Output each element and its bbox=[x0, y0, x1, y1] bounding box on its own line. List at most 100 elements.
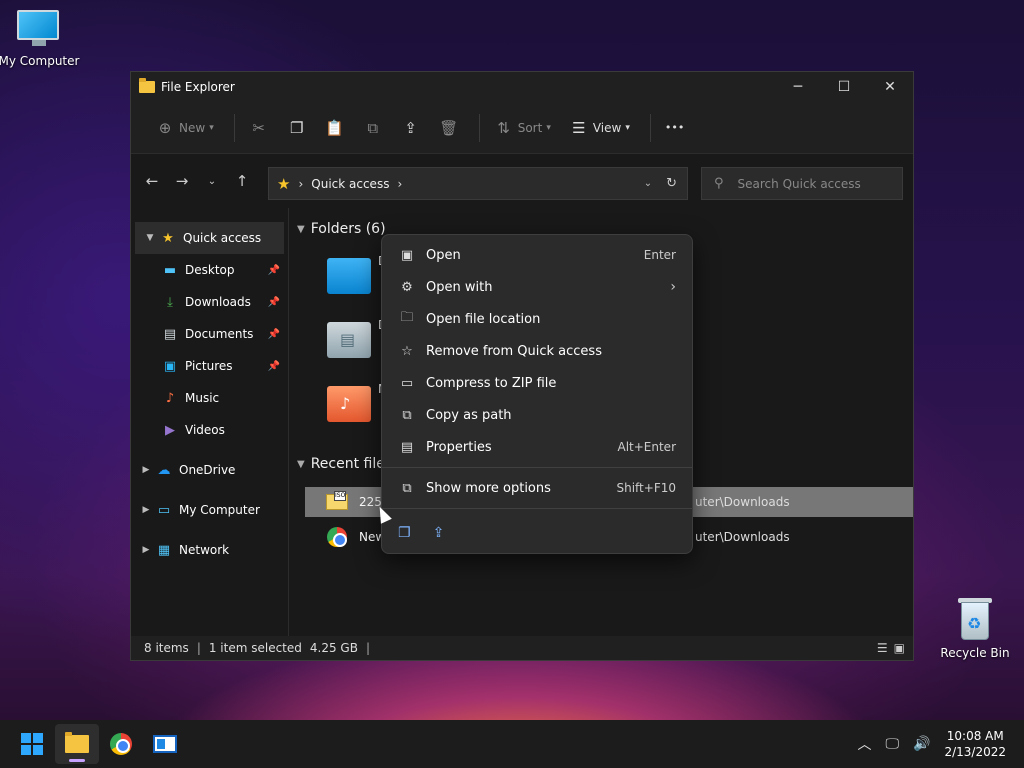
menu-item-remove-from-quick-access[interactable]: ☆ Remove from Quick access bbox=[382, 335, 692, 367]
window-title: File Explorer bbox=[161, 80, 235, 94]
navigation-pane: ▼ ★ Quick access ▬ Desktop 📌 ⤓ Downloads… bbox=[131, 208, 289, 636]
clock-date: 2/13/2022 bbox=[944, 745, 1006, 759]
copy-icon[interactable]: ❐ bbox=[398, 525, 411, 541]
chevron-down-icon[interactable]: ▼ bbox=[141, 233, 159, 243]
sidebar-item-music[interactable]: ♪ Music bbox=[131, 382, 288, 414]
menu-item-label: Compress to ZIP file bbox=[426, 375, 557, 391]
menu-item-show-more-options[interactable]: ⧉ Show more options Shift+F10 bbox=[382, 472, 692, 504]
up-button[interactable]: ↑ bbox=[227, 172, 257, 190]
new-button[interactable]: ⊕ New ▾ bbox=[149, 112, 220, 144]
sort-label: Sort bbox=[517, 120, 543, 135]
file-path: uter\Downloads bbox=[695, 530, 790, 544]
more-options-icon: ⧉ bbox=[402, 480, 412, 496]
menu-shortcut: Shift+F10 bbox=[616, 481, 676, 495]
taskbar-file-explorer[interactable] bbox=[55, 724, 99, 764]
chevron-up-icon[interactable]: ︿ bbox=[858, 734, 872, 754]
refresh-icon[interactable]: ↻ bbox=[666, 176, 677, 191]
chevron-down-icon: ▾ bbox=[625, 122, 630, 133]
sidebar-item-label: OneDrive bbox=[179, 463, 236, 477]
menu-item-label: Open file location bbox=[426, 311, 541, 327]
menu-item-open-file-location[interactable]: 🗀 Open file location bbox=[382, 303, 692, 335]
chevron-right-icon[interactable]: ▶ bbox=[137, 505, 155, 515]
file-path: uter\Downloads bbox=[695, 495, 790, 509]
search-box[interactable]: ⚲ Search Quick access bbox=[701, 167, 903, 200]
app-window-icon bbox=[153, 735, 177, 753]
copy-path-icon: ⧉ bbox=[402, 407, 412, 423]
close-button[interactable]: ✕ bbox=[867, 72, 913, 102]
address-bar[interactable]: ★ › Quick access › ⌄ ↻ bbox=[268, 167, 688, 200]
taskbar-chrome[interactable] bbox=[99, 724, 143, 764]
clock[interactable]: 10:08 AM 2/13/2022 bbox=[944, 728, 1006, 760]
toolbar-divider bbox=[478, 113, 480, 142]
sidebar-item-quick-access[interactable]: ▼ ★ Quick access bbox=[135, 222, 284, 254]
chevron-right-icon: › bbox=[670, 279, 676, 295]
sort-button[interactable]: ⇅ Sort ▾ bbox=[488, 112, 557, 144]
section-title: Recent file bbox=[310, 456, 385, 472]
item-count: 8 items bbox=[144, 641, 189, 655]
menu-item-label: Remove from Quick access bbox=[426, 343, 602, 359]
sidebar-item-downloads[interactable]: ⤓ Downloads 📌 bbox=[131, 286, 288, 318]
network-icon: ▦ bbox=[157, 542, 171, 558]
menu-item-copy-as-path[interactable]: ⧉ Copy as path bbox=[382, 399, 692, 431]
sidebar-item-label: Music bbox=[185, 391, 220, 405]
cut-button[interactable]: ✂ bbox=[243, 112, 275, 144]
share-icon[interactable]: ⇪ bbox=[433, 525, 445, 541]
share-button[interactable]: ⇪ bbox=[395, 112, 427, 144]
sidebar-item-videos[interactable]: ▶ Videos bbox=[131, 414, 288, 446]
sidebar-item-desktop[interactable]: ▬ Desktop 📌 bbox=[131, 254, 288, 286]
desktop-icon-recycle-bin[interactable]: ♻ Recycle Bin bbox=[930, 596, 1020, 660]
network-status-icon[interactable]: 🖵 bbox=[886, 736, 900, 752]
folders-section-header[interactable]: ▼ Folders (6) bbox=[297, 216, 386, 242]
chrome-icon bbox=[110, 733, 132, 755]
document-icon: ▤ bbox=[163, 326, 177, 342]
recycle-bin-icon: ♻ bbox=[955, 596, 995, 642]
breadcrumb-chevron-icon[interactable]: › bbox=[397, 177, 402, 191]
pin-icon: 📌 bbox=[267, 360, 280, 372]
menu-item-open-with[interactable]: ⚙ Open with › bbox=[382, 271, 692, 303]
delete-button[interactable]: 🗑 bbox=[433, 112, 465, 144]
sidebar-item-pictures[interactable]: ▣ Pictures 📌 bbox=[131, 350, 288, 382]
back-button[interactable]: ← bbox=[137, 172, 167, 190]
recent-locations-button[interactable]: ⌄ bbox=[197, 176, 227, 187]
folder-tile-music[interactable]: ♪ bbox=[327, 386, 371, 422]
monitor-icon bbox=[17, 10, 61, 50]
rename-button[interactable]: ⧉ bbox=[357, 112, 389, 144]
share-icon: ⇪ bbox=[404, 118, 417, 137]
maximize-button[interactable]: ☐ bbox=[821, 72, 867, 102]
sidebar-item-my-computer[interactable]: ▶ ▭ My Computer bbox=[131, 494, 288, 526]
more-options-button[interactable]: ••• bbox=[659, 112, 690, 144]
view-button[interactable]: ☰ View ▾ bbox=[563, 112, 636, 144]
sidebar-item-network[interactable]: ▶ ▦ Network bbox=[131, 534, 288, 566]
taskbar-app[interactable] bbox=[143, 724, 187, 764]
chevron-down-icon: ▼ bbox=[297, 458, 305, 470]
recent-files-section-header[interactable]: ▼ Recent file bbox=[297, 451, 385, 477]
volume-icon[interactable]: 🔊 bbox=[913, 736, 930, 752]
details-view-icon[interactable]: ☰ bbox=[877, 641, 888, 655]
copy-button[interactable]: ❐ bbox=[281, 112, 313, 144]
menu-item-open[interactable]: ▣ Open Enter bbox=[382, 239, 692, 271]
document-icon: ▤ bbox=[340, 330, 356, 349]
paste-button[interactable]: 📋 bbox=[319, 112, 351, 144]
title-bar[interactable]: File Explorer ─ ☐ ✕ bbox=[131, 72, 913, 102]
forward-button[interactable]: → bbox=[167, 172, 197, 190]
minimize-button[interactable]: ─ bbox=[775, 72, 821, 102]
plus-circle-icon: ⊕ bbox=[158, 118, 172, 137]
menu-item-compress-zip[interactable]: ▭ Compress to ZIP file bbox=[382, 367, 692, 399]
system-tray: ︿ 🖵 🔊 10:08 AM 2/13/2022 bbox=[858, 720, 1024, 768]
menu-item-properties[interactable]: ▤ Properties Alt+Enter bbox=[382, 431, 692, 463]
start-button[interactable] bbox=[10, 724, 54, 764]
file-explorer-icon bbox=[139, 78, 155, 93]
desktop-icon-my-computer[interactable]: My Computer bbox=[0, 10, 84, 68]
sidebar-item-label: Network bbox=[179, 543, 230, 557]
star-icon: ★ bbox=[277, 174, 291, 193]
tiles-view-icon[interactable]: ▣ bbox=[894, 641, 905, 655]
chevron-right-icon[interactable]: ▶ bbox=[137, 545, 155, 555]
chevron-down-icon[interactable]: ⌄ bbox=[644, 178, 652, 189]
desktop-icon: ▬ bbox=[163, 262, 177, 278]
sidebar-item-onedrive[interactable]: ▶ ☁ OneDrive bbox=[131, 454, 288, 486]
chevron-right-icon[interactable]: ▶ bbox=[137, 465, 155, 475]
folder-tile-desktop[interactable] bbox=[327, 258, 371, 294]
folder-tile-documents[interactable]: ▤ bbox=[327, 322, 371, 358]
sidebar-item-documents[interactable]: ▤ Documents 📌 bbox=[131, 318, 288, 350]
music-icon: ♪ bbox=[165, 390, 175, 406]
